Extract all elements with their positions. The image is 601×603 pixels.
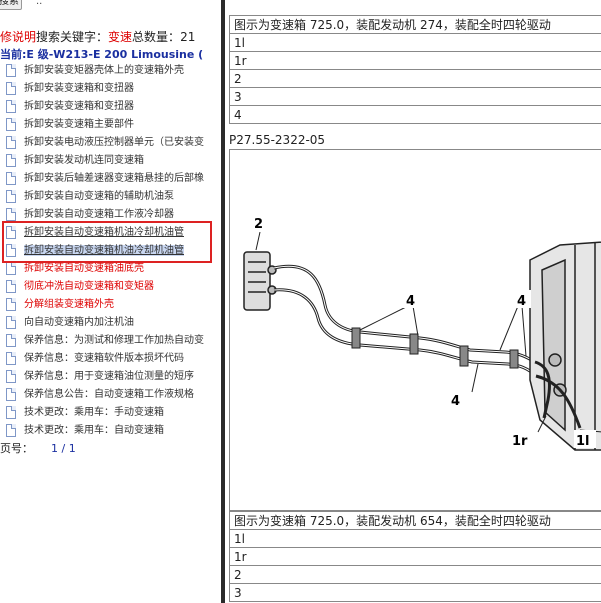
list-item[interactable]: 技术更改：乘用车：手动变速箱: [4, 404, 204, 422]
document-icon: [6, 316, 16, 329]
list-item[interactable]: 拆卸安装变矩器壳体上的变速箱外壳: [4, 62, 204, 80]
document-icon: [6, 280, 16, 293]
list-item[interactable]: 拆卸安装发动机连同变速箱: [4, 152, 204, 170]
table-row: 1l: [229, 529, 601, 548]
document-icon: [6, 388, 16, 401]
document-icon: [6, 172, 16, 185]
oil-lines: [273, 264, 538, 378]
document-icon: [6, 370, 16, 383]
result-pane: 搜索 .. 修说明搜索关键字：变速总数量：21 当前:E 级-W213-E 20…: [0, 0, 221, 603]
list-item[interactable]: 保养信息：变速箱软件版本损坏代码: [4, 350, 204, 368]
current-vehicle: 当前:E 级-W213-E 200 Limousine (: [0, 48, 204, 61]
page-label: 页号：: [0, 442, 33, 455]
transmission-housing: [529, 241, 601, 451]
legend-table-2: 图示为变速箱 725.0，装配发动机 654，装配全时四轮驱动 1l 1r 2 …: [229, 511, 601, 602]
repair-info-label: 修说明: [0, 30, 37, 44]
list-item[interactable]: 拆卸安装电动液压控制器单元（已安装变: [4, 134, 204, 152]
total-label: 总数量：: [132, 30, 181, 44]
document-icon: [6, 334, 16, 347]
list-item[interactable]: 保养信息：为测试和修理工作加热自动变: [4, 332, 204, 350]
highlight-annotation: [2, 221, 212, 263]
search-info: 修说明搜索关键字：变速总数量：21: [0, 28, 195, 45]
document-icon: [6, 64, 16, 77]
figure-id: P27.55-2322-05: [229, 133, 326, 147]
document-icon: [6, 424, 16, 437]
document-icon: [6, 298, 16, 311]
list-item[interactable]: 拆卸安装变速箱主要部件: [4, 116, 204, 134]
document-icon: [6, 190, 16, 203]
list-item[interactable]: 保养信息：用于变速箱油位测量的短序: [4, 368, 204, 386]
list-item[interactable]: 向自动变速箱内加注机油: [4, 314, 204, 332]
callout-4: 4: [451, 394, 460, 409]
legend-table-1: 图示为变速箱 725.0，装配发动机 274，装配全时四轮驱动 1l 1r 2 …: [229, 15, 601, 124]
table-row: 1l: [229, 33, 601, 52]
transmission-oil-line-figure: 2 4 4 4 1r 1l: [229, 149, 601, 511]
table-row: 2: [229, 69, 601, 88]
keyword-value: 变速: [108, 30, 133, 44]
document-icon: [6, 262, 16, 275]
list-item[interactable]: 技术更改：乘用车：自动变速箱: [4, 422, 204, 440]
table-caption: 图示为变速箱 725.0，装配发动机 654，装配全时四轮驱动: [229, 511, 601, 530]
pagination: 页号： 1 / 1: [0, 440, 76, 456]
search-button[interactable]: 搜索: [0, 0, 22, 10]
list-item[interactable]: 拆卸安装自动变速箱的辅助机油泵: [4, 188, 204, 206]
list-item[interactable]: 拆卸安装变速箱和变扭器: [4, 80, 204, 98]
callout-4: 4: [517, 294, 526, 309]
table-row: 1r: [229, 547, 601, 566]
search-extra: ..: [36, 0, 43, 7]
table-row: 3: [229, 87, 601, 106]
keyword-label: 搜索关键字：: [36, 30, 109, 44]
document-pane: 图示为变速箱 725.0，装配发动机 274，装配全时四轮驱动 1l 1r 2 …: [225, 0, 601, 603]
list-item[interactable]: 拆卸安装后轴差速器变速箱悬挂的后部橡: [4, 170, 204, 188]
table-row: 3: [229, 583, 601, 602]
table-row: 2: [229, 565, 601, 584]
document-icon: [6, 406, 16, 419]
oil-cooler: [243, 251, 277, 311]
document-icon: [6, 118, 16, 131]
document-icon: [6, 100, 16, 113]
callout-4: 4: [406, 294, 415, 309]
total-value: 21: [180, 30, 196, 44]
table-row: 1r: [229, 51, 601, 70]
list-item[interactable]: 拆卸安装变速箱和变扭器: [4, 98, 204, 116]
callout-1r: 1r: [512, 434, 528, 449]
page-value: 1 / 1: [51, 442, 76, 455]
callout-1l: 1l: [576, 434, 590, 449]
document-icon: [6, 352, 16, 365]
table-caption: 图示为变速箱 725.0，装配发动机 274，装配全时四轮驱动: [229, 15, 601, 34]
document-icon: [6, 82, 16, 95]
document-icon: [6, 208, 16, 221]
list-item[interactable]: 彻底冲洗自动变速箱和变矩器: [4, 278, 204, 296]
table-row: 4: [229, 105, 601, 124]
callout-2: 2: [254, 217, 263, 232]
document-icon: [6, 154, 16, 167]
list-item[interactable]: 保养信息公告：自动变速箱工作液规格: [4, 386, 204, 404]
list-item[interactable]: 分解组装变速箱外壳: [4, 296, 204, 314]
document-icon: [6, 136, 16, 149]
